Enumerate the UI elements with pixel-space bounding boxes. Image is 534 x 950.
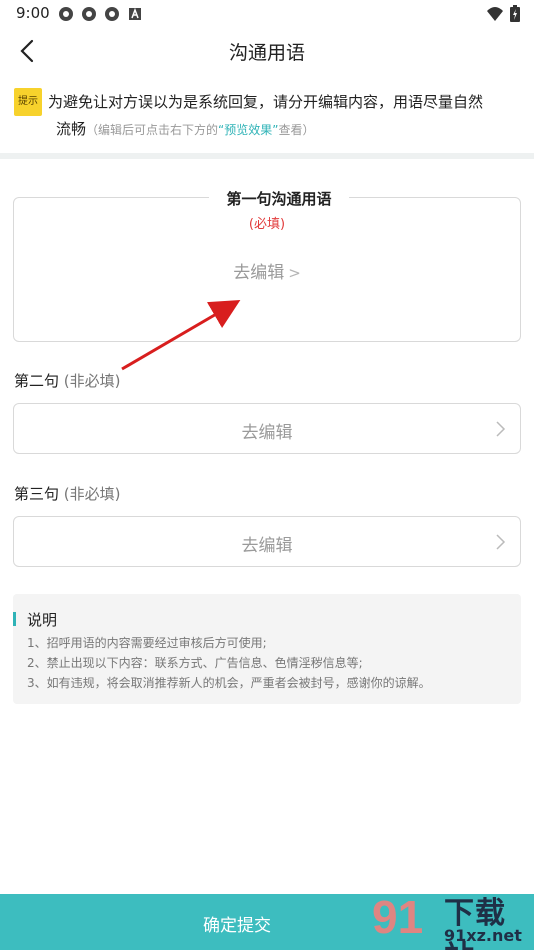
chevron-right-icon: > — [288, 264, 301, 282]
sentence3-label-text: 第三句 — [14, 485, 60, 503]
tip-hint-prefix: （编辑后可点击右下方的 — [86, 123, 219, 137]
status-right-icons — [486, 5, 520, 22]
instructions-panel: 说明 1、招呼用语的内容需要经过审核后方可使用; 2、禁止出现以下内容：联系方式… — [13, 594, 521, 704]
sentence2-label-text: 第二句 — [14, 372, 60, 390]
accent-bar — [13, 612, 16, 626]
chevron-right-icon — [496, 421, 506, 437]
sentence1-title: 第一句沟通用语 — [209, 188, 349, 209]
tip-text: 为避免让对方误以为是系统回复，请分开编辑内容，用语尽量自然 — [48, 93, 484, 111]
instruction-item: 3、如有违规，将会取消推荐新人的机会，严重者会被封号，感谢你的谅解。 — [27, 676, 431, 690]
sentence3-edit-button[interactable]: 去编辑 — [13, 516, 521, 567]
instruction-item: 2、禁止出现以下内容：联系方式、广告信息、色情淫秽信息等; — [27, 656, 363, 670]
watermark-site: 91xz.net — [444, 926, 522, 945]
tip-text-continued: 流畅 — [56, 120, 87, 138]
watermark-number: 91 — [372, 891, 424, 943]
sentence2-edit-label: 去编辑 — [241, 423, 293, 443]
section-divider — [0, 153, 534, 159]
page-title: 沟通用语 — [228, 42, 305, 64]
sentence1-card[interactable]: 第一句沟通用语 (必填) 去编辑 > — [13, 188, 521, 342]
sentence1-edit-label: 去编辑 — [233, 263, 285, 283]
sentence3-edit-label: 去编辑 — [241, 536, 293, 556]
tip-line1: 提示 为避免让对方误以为是系统回复，请分开编辑内容，用语尽量自然 — [14, 88, 520, 116]
instructions-title: 说明 — [27, 611, 58, 629]
nav-bar: 沟通用语 — [0, 28, 534, 74]
gear-icon — [59, 7, 73, 21]
status-notification-icons — [58, 6, 143, 22]
tip-badge: 提示 — [14, 88, 42, 116]
sentence1-edit-button[interactable]: 去编辑 > — [14, 258, 520, 283]
instructions-list: 1、招呼用语的内容需要经过审核后方可使用; 2、禁止出现以下内容：联系方式、广告… — [27, 633, 431, 693]
tip-block: 提示 为避免让对方误以为是系统回复，请分开编辑内容，用语尽量自然 流畅（编辑后可点… — [14, 88, 520, 143]
sentence3-label: 第三句 (非必填) — [14, 483, 121, 504]
instruction-item: 1、招呼用语的内容需要经过审核后方可使用; — [27, 636, 267, 650]
sentence2-label: 第二句 (非必填) — [14, 370, 121, 391]
gear-icon — [82, 7, 96, 21]
status-time: 9:00 — [16, 4, 50, 22]
sentence2-optional: (非必填) — [63, 372, 121, 390]
preview-effect-link: “预览效果” — [218, 123, 279, 137]
wifi-icon — [487, 6, 503, 21]
status-bar: 9:00 — [0, 0, 534, 28]
tip-line2: 流畅（编辑后可点击右下方的“预览效果”查看） — [56, 116, 520, 143]
battery-icon — [510, 5, 520, 22]
sentence3-optional: (非必填) — [63, 485, 121, 503]
chevron-right-icon — [496, 534, 506, 550]
gear-icon — [105, 7, 119, 21]
a-icon — [129, 7, 141, 20]
watermark-logo: 91 下载站 91xz.net — [372, 886, 532, 950]
sentence2-edit-button[interactable]: 去编辑 — [13, 403, 521, 454]
tip-hint-suffix: 查看） — [278, 123, 315, 137]
sentence1-required: (必填) — [248, 217, 286, 232]
